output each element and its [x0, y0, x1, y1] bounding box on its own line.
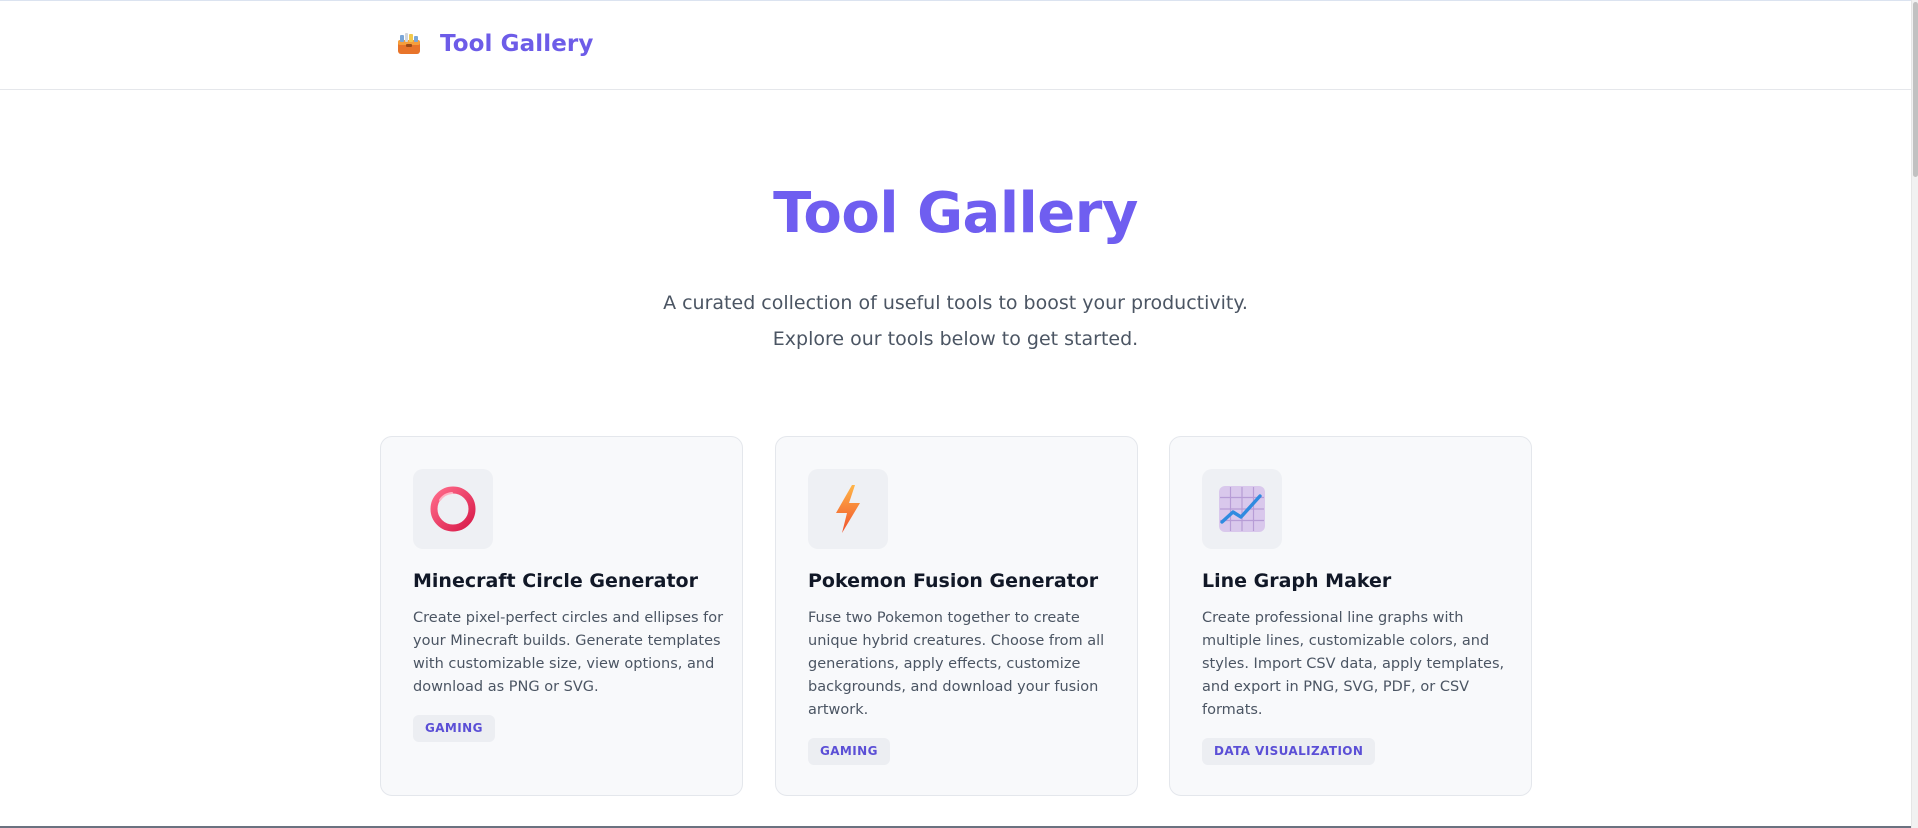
- tool-description-line: generations, apply effects, customize: [808, 656, 1081, 672]
- tool-description-line: backgrounds, and download your fusion: [808, 679, 1099, 695]
- tool-description: Fuse two Pokemon together to create uniq…: [808, 607, 1108, 722]
- hero-subtitle-line2: Explore our tools below to get started.: [772, 328, 1139, 350]
- hero-subtitle-line1: A curated collection of useful tools to …: [663, 292, 1248, 314]
- brand-title[interactable]: Tool Gallery: [440, 31, 593, 57]
- tool-title: Pokemon Fusion Generator: [808, 570, 1099, 592]
- brand-link[interactable]: Tool Gallery: [396, 31, 593, 57]
- tool-category-tag[interactable]: GAMING: [808, 738, 890, 765]
- page: Tool Gallery Tool Gallery A curated coll…: [0, 0, 1911, 828]
- tool-card-pokemon-fusion-generator[interactable]: Pokemon Fusion Generator Fuse two Pokemo…: [775, 436, 1138, 796]
- tool-title: Minecraft Circle Generator: [413, 570, 698, 592]
- vertical-scrollbar[interactable]: [1911, 0, 1918, 828]
- tool-description-line: unique hybrid creatures. Choose from all: [808, 633, 1105, 649]
- page-title: Tool Gallery: [773, 181, 1138, 246]
- tool-description-line: styles. Import CSV data, apply templates…: [1202, 656, 1505, 672]
- tool-description-line: download as PNG or SVG.: [413, 679, 599, 695]
- scrollbar-thumb[interactable]: [1913, 2, 1918, 177]
- tool-card-line-graph-maker[interactable]: Line Graph Maker Create professional lin…: [1169, 436, 1532, 796]
- tool-title: Line Graph Maker: [1202, 570, 1392, 592]
- tool-category-tag[interactable]: GAMING: [413, 715, 495, 742]
- tool-description-line: multiple lines, customizable colors, and: [1202, 633, 1490, 649]
- tool-description: Create pixel-perfect circles and ellipse…: [413, 607, 724, 699]
- tool-description-line: Create pixel-perfect circles and ellipse…: [413, 610, 724, 626]
- site-header: Tool Gallery: [0, 1, 1911, 90]
- lightning-icon: [836, 485, 860, 533]
- ring-icon: [430, 486, 476, 532]
- toolbox-icon: [398, 33, 420, 54]
- tool-description-line: formats.: [1202, 702, 1263, 718]
- tool-description-line: Fuse two Pokemon together to create: [808, 610, 1080, 626]
- tool-description-line: artwork.: [808, 702, 869, 718]
- tool-description-line: with customizable size, view options, an…: [413, 656, 715, 672]
- tool-icon-container: [413, 469, 493, 549]
- tool-description-line: your Minecraft builds. Generate template…: [413, 633, 721, 649]
- tool-category-tag[interactable]: DATA VISUALIZATION: [1202, 738, 1376, 765]
- tool-card-minecraft-circle-generator[interactable]: Minecraft Circle Generator Create pixel-…: [380, 436, 743, 796]
- line-chart-icon: [1219, 486, 1265, 532]
- tool-description: Create professional line graphs with mul…: [1202, 607, 1505, 722]
- tool-description-line: and export in PNG, SVG, PDF, or CSV: [1202, 679, 1470, 695]
- tool-icon-container: [1202, 469, 1282, 549]
- tool-description-line: Create professional line graphs with: [1202, 610, 1464, 626]
- tool-icon-container: [808, 469, 888, 549]
